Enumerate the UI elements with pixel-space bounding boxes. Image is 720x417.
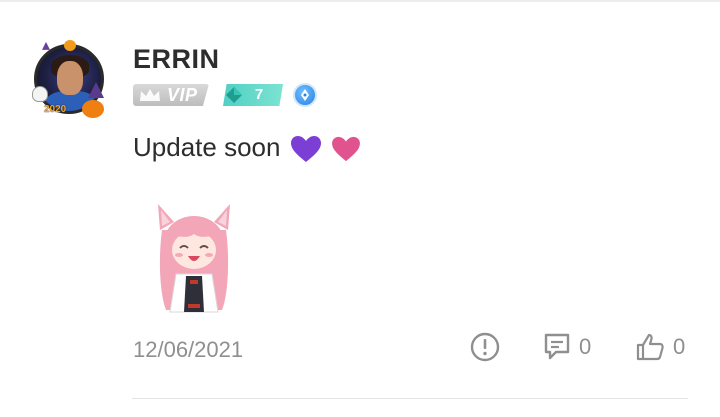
like-icon <box>636 333 664 361</box>
skull-icon <box>32 86 48 102</box>
report-button[interactable] <box>470 332 500 362</box>
pink-heart-icon <box>331 137 360 162</box>
bat-icon: ▴ <box>42 37 51 54</box>
level-number: 7 <box>254 86 264 103</box>
vip-crown-icon <box>140 89 160 101</box>
top-divider <box>0 0 720 2</box>
level-badge[interactable]: 7 <box>223 84 283 106</box>
post-date: 12/06/2021 <box>133 337 244 362</box>
like-button[interactable]: 0 <box>635 332 685 362</box>
comment-icon <box>544 333 570 360</box>
comment-text: Update soon <box>133 132 281 162</box>
purple-heart-icon <box>290 136 321 163</box>
username[interactable]: ERRIN <box>133 44 220 75</box>
vip-badge[interactable]: VIP <box>133 84 209 106</box>
comment-count: 0 <box>579 334 592 359</box>
vip-label: VIP <box>167 85 198 105</box>
avatar-frame-year: 2020 <box>44 104 67 115</box>
comment-message: Update soon <box>133 132 361 163</box>
witch-hat-icon <box>88 82 104 98</box>
bottom-divider <box>132 398 688 399</box>
writer-pen-icon <box>301 89 309 101</box>
avatar[interactable]: ▴ 2020 <box>28 36 112 120</box>
writer-badge[interactable] <box>293 83 317 107</box>
anime-cat-girl-sticker <box>158 204 230 313</box>
pumpkin-icon <box>64 40 76 51</box>
comment-button[interactable]: 0 <box>543 332 591 362</box>
like-count: 0 <box>673 334 686 359</box>
jack-o-lantern-icon <box>82 100 104 118</box>
report-icon <box>470 332 500 362</box>
